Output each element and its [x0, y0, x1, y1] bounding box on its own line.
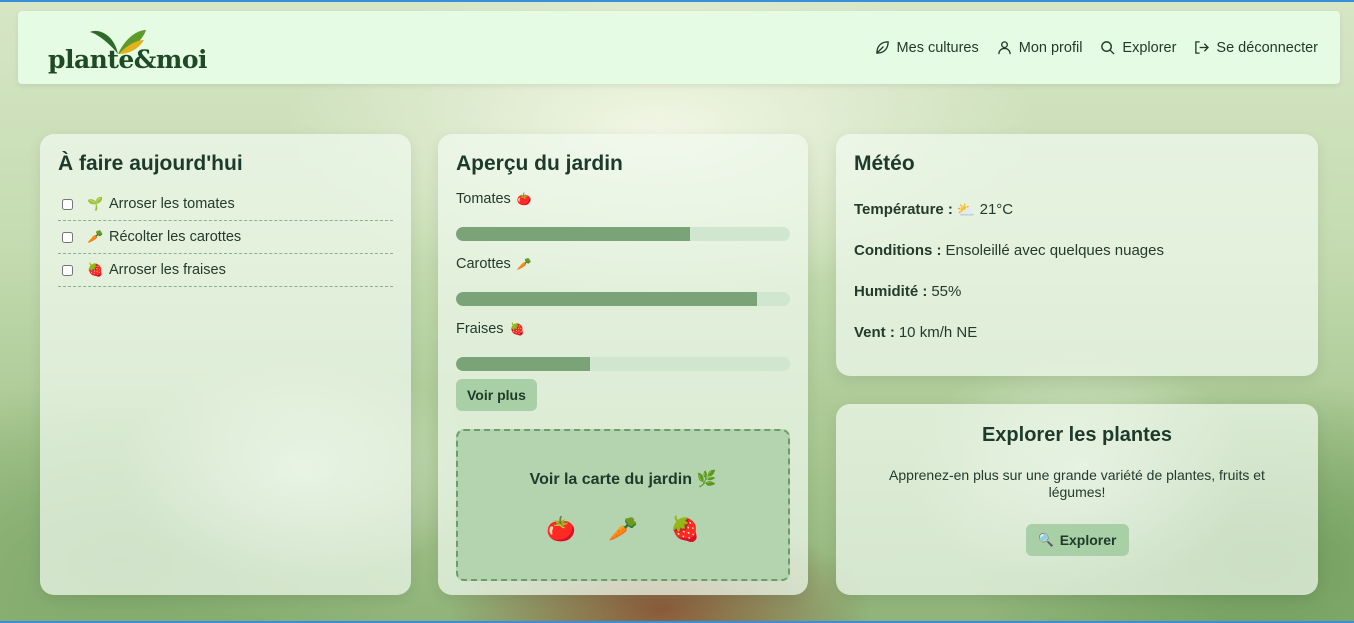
explore-button[interactable]: 🔍 Explorer — [1025, 524, 1129, 556]
conditions-label: Conditions : — [854, 242, 942, 259]
plant-label: Carottes — [456, 256, 511, 272]
todo-item: 🌱 Arroser les tomates — [58, 188, 393, 221]
garden-overview-card: Aperçu du jardin Tomates 🍅 Carottes 🥕 Fr… — [438, 134, 808, 595]
plant-label: Fraises — [456, 321, 504, 337]
weather-temperature: Température : ⛅ 21°C — [854, 199, 1300, 220]
nav-links: Mes cultures Mon profil Explorer Se déco… — [875, 40, 1318, 56]
plant-label: Tomates — [456, 191, 511, 207]
leaf-icon — [875, 41, 889, 54]
todo-item: 🥕 Récolter les carottes — [58, 221, 393, 254]
seedling-icon: 🌱 — [87, 196, 104, 211]
carrot-icon: 🥕 — [87, 229, 104, 244]
todo-checkbox[interactable] — [62, 198, 73, 210]
temperature-label: Température : — [854, 201, 953, 218]
progress-fill — [456, 227, 690, 241]
magnifier-icon: 🔍 — [1037, 532, 1054, 547]
progress-bar — [456, 357, 790, 371]
todo-item: 🍓 Arroser les fraises — [58, 254, 393, 287]
progress-bar — [456, 292, 790, 306]
todo-item-label: Arroser les tomates — [109, 196, 235, 212]
garden-map-link[interactable]: Voir la carte du jardin 🌿 🍅 🥕 🍓 — [456, 429, 790, 581]
plant-name: Fraises 🍓 — [456, 320, 790, 338]
nav-mes-cultures-label: Mes cultures — [896, 39, 979, 56]
logout-icon — [1195, 41, 1210, 54]
nav-explorer-label: Explorer — [1122, 39, 1177, 56]
todo-item-label: Arroser les fraises — [109, 262, 226, 278]
explore-button-label: Explorer — [1059, 532, 1117, 548]
plant-row: Tomates 🍅 — [456, 190, 790, 241]
search-icon — [1101, 41, 1115, 55]
logo[interactable]: plante&moi — [48, 18, 208, 78]
explore-description: Apprenez-en plus sur une grande variété … — [889, 467, 1265, 500]
weather-card: Météo Température : ⛅ 21°C Conditions : … — [836, 134, 1318, 376]
tomato-icon: 🍅 — [546, 516, 577, 543]
nav-mes-cultures[interactable]: Mes cultures — [875, 40, 979, 56]
nav-se-deconnecter-label: Se déconnecter — [1216, 39, 1318, 56]
garden-title: Aperçu du jardin — [456, 152, 623, 175]
progress-bar — [456, 227, 790, 241]
nav-mon-profil-label: Mon profil — [1018, 39, 1083, 56]
logo-text: plante&moi — [48, 44, 208, 74]
conditions-value: Ensoleillé avec quelques nuages — [945, 242, 1164, 259]
nav-explorer[interactable]: Explorer — [1100, 40, 1176, 56]
user-icon — [997, 41, 1011, 55]
strawberry-icon: 🍓 — [509, 322, 525, 336]
strawberry-icon: 🍓 — [669, 516, 700, 543]
top-navbar: plante&moi Mes cultures Mon profil Explo… — [18, 11, 1340, 84]
wind-label: Vent : — [854, 324, 895, 341]
garden-map-title: Voir la carte du jardin 🌿 — [529, 471, 717, 488]
nav-se-deconnecter[interactable]: Se déconnecter — [1194, 40, 1318, 56]
todo-title: À faire aujourd'hui — [58, 152, 243, 175]
todo-item-label: Récolter les carottes — [109, 229, 242, 245]
weather-wind: Vent : 10 km/h NE — [854, 322, 1300, 343]
humidity-value: 55% — [931, 283, 962, 300]
todo-checkbox[interactable] — [62, 264, 73, 276]
plant-name: Carottes 🥕 — [456, 255, 790, 273]
carrot-icon: 🥕 — [516, 257, 532, 271]
weather-title: Météo — [854, 152, 915, 175]
plant-name: Tomates 🍅 — [456, 190, 790, 208]
explore-title: Explorer les plantes — [981, 424, 1173, 446]
carrot-icon: 🥕 — [608, 516, 638, 543]
todo-list: 🌱 Arroser les tomates 🥕 Récolter les car… — [58, 188, 393, 287]
nav-mon-profil[interactable]: Mon profil — [997, 39, 1083, 56]
progress-fill — [456, 357, 590, 371]
explore-plants-card: Explorer les plantes Apprenez-en plus su… — [836, 404, 1318, 595]
plant-row: Carottes 🥕 — [456, 255, 790, 306]
garden-map-icons: 🍅 🥕 🍓 — [546, 515, 700, 544]
tomato-icon: 🍅 — [516, 192, 532, 206]
progress-fill — [456, 292, 757, 306]
wind-value: 10 km/h NE — [898, 324, 978, 341]
weather-conditions: Conditions : Ensoleillé avec quelques nu… — [854, 240, 1300, 261]
strawberry-icon: 🍓 — [87, 262, 104, 277]
todo-checkbox[interactable] — [62, 231, 73, 243]
plant-row: Fraises 🍓 — [456, 320, 790, 371]
temperature-value: 21°C — [979, 201, 1014, 218]
partly-sunny-icon: ⛅ — [956, 201, 976, 219]
humidity-label: Humidité : — [854, 283, 928, 300]
voir-plus-button[interactable]: Voir plus — [456, 379, 537, 411]
todo-card: À faire aujourd'hui 🌱 Arroser les tomate… — [40, 134, 411, 595]
weather-humidity: Humidité : 55% — [854, 281, 1300, 302]
